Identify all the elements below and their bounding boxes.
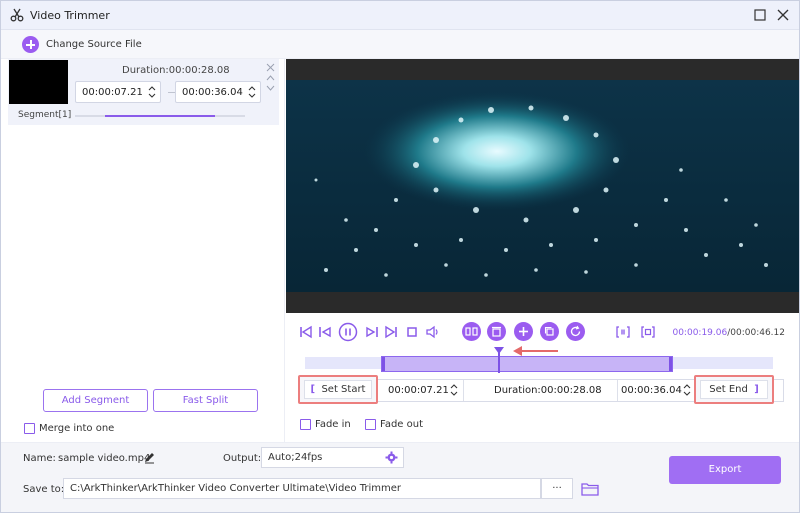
name-label: Name: xyxy=(23,453,56,464)
set-start-label: Set Start xyxy=(321,384,366,395)
spinner-icon[interactable] xyxy=(683,383,691,397)
segment-range-fill xyxy=(105,115,215,117)
segment-start-value: 00:00:07.21 xyxy=(82,87,143,98)
segment-end-field[interactable]: 00:00:36.04 xyxy=(175,81,261,103)
file-name: sample video.mp4 xyxy=(58,453,151,464)
total-time: /00:00:46.12 xyxy=(727,328,785,338)
export-button[interactable]: Export xyxy=(669,456,781,484)
bracket-close-icon: ] xyxy=(754,384,759,395)
browse-button[interactable]: ··· xyxy=(541,478,573,499)
change-source-button[interactable]: Change Source File xyxy=(46,39,142,50)
split-button[interactable] xyxy=(462,322,481,341)
timeline-selection[interactable] xyxy=(381,356,673,372)
set-end-label: Set End xyxy=(709,384,748,395)
skip-start-icon[interactable] xyxy=(298,324,314,340)
close-icon[interactable] xyxy=(774,6,792,24)
divider xyxy=(463,380,464,401)
segment-track xyxy=(75,115,245,117)
spinner-icon[interactable] xyxy=(148,85,156,99)
playhead[interactable] xyxy=(498,347,500,373)
stop-icon[interactable] xyxy=(404,324,420,340)
plus-icon xyxy=(519,327,528,336)
segment-item[interactable]: Duration:00:00:28.08 00:00:07.21 00:00:3… xyxy=(8,59,279,125)
playback-controls: 00:00:19.06/00:00:46.12 xyxy=(286,321,799,345)
save-to-label: Save to: xyxy=(23,484,65,495)
set-start-button[interactable]: [ Set Start xyxy=(298,375,378,404)
annotation-arrow-icon xyxy=(513,346,558,356)
edit-icon[interactable] xyxy=(143,451,156,464)
add-button[interactable] xyxy=(514,322,533,341)
video-preview[interactable] xyxy=(286,59,799,313)
output-bar: Name: sample video.mp4 Output: Auto;24fp… xyxy=(1,442,799,512)
source-toolbar: Change Source File xyxy=(1,30,799,59)
scissors-icon xyxy=(10,8,24,22)
output-label: Output: xyxy=(223,453,262,464)
segment-panel: Duration:00:00:28.08 00:00:07.21 00:00:3… xyxy=(1,59,285,442)
bracket-open-icon: [ xyxy=(310,384,316,395)
segment-start-field[interactable]: 00:00:07.21 xyxy=(75,81,161,103)
video-trimmer-window: Video Trimmer Change Source File Duratio… xyxy=(0,0,800,513)
output-format-field[interactable]: Auto;24fps xyxy=(261,447,404,468)
segment-end-value: 00:00:36.04 xyxy=(182,87,243,98)
copy-button[interactable] xyxy=(540,322,559,341)
rewind-icon[interactable] xyxy=(317,324,333,340)
segment-duration: Duration:00:00:28.08 xyxy=(122,65,230,76)
skip-end-icon[interactable] xyxy=(383,324,399,340)
fade-in-label: Fade in xyxy=(315,419,351,430)
current-time: 00:00:19.06 xyxy=(672,328,728,338)
segment-controls-icon[interactable] xyxy=(266,63,276,93)
title-bar: Video Trimmer xyxy=(1,1,799,30)
fast-split-button[interactable]: Fast Split xyxy=(153,389,258,412)
set-end-button[interactable]: Set End ] xyxy=(694,375,774,404)
segment-label: Segment[1] xyxy=(18,110,72,120)
forward-icon[interactable] xyxy=(364,324,380,340)
preview-panel: 00:00:19.06/00:00:46.12 00:00:07.21 Dura… xyxy=(286,59,799,442)
fade-out-label: Fade out xyxy=(380,419,424,430)
merge-label: Merge into one xyxy=(39,423,115,434)
window-title: Video Trimmer xyxy=(30,9,110,22)
timeline-start-handle[interactable] xyxy=(382,357,385,371)
jump-to-start-icon[interactable] xyxy=(615,324,631,340)
folder-icon[interactable] xyxy=(581,481,599,496)
volume-icon[interactable] xyxy=(425,324,441,340)
output-format-value: Auto;24fps xyxy=(268,452,323,463)
copy-icon xyxy=(544,326,554,336)
save-path-field[interactable]: C:\ArkThinker\ArkThinker Video Converter… xyxy=(63,478,541,499)
fade-in-checkbox[interactable] xyxy=(300,419,311,430)
trim-end-time[interactable]: 00:00:36.04 xyxy=(621,380,682,401)
spinner-icon[interactable] xyxy=(450,383,458,397)
split-icon xyxy=(465,327,478,336)
divider xyxy=(617,380,618,401)
reset-button[interactable] xyxy=(566,322,585,341)
playback-time: 00:00:19.06/00:00:46.12 xyxy=(672,328,785,338)
delete-button[interactable] xyxy=(487,322,506,341)
timeline-end-handle[interactable] xyxy=(669,357,672,371)
trim-start-time[interactable]: 00:00:07.21 xyxy=(388,380,449,401)
maximize-icon[interactable] xyxy=(751,6,769,24)
reset-icon xyxy=(570,325,581,337)
add-segment-button[interactable]: Add Segment xyxy=(43,389,148,412)
video-frame xyxy=(286,80,799,292)
fade-out-checkbox[interactable] xyxy=(365,419,376,430)
merge-checkbox[interactable] xyxy=(24,423,35,434)
pause-icon[interactable] xyxy=(338,322,358,342)
trim-duration: Duration:00:00:28.08 xyxy=(494,385,602,396)
spinner-icon[interactable] xyxy=(248,85,256,99)
add-source-icon[interactable] xyxy=(22,36,39,53)
loop-segment-icon[interactable] xyxy=(640,324,656,340)
segment-thumbnail xyxy=(9,60,68,104)
trash-icon xyxy=(492,326,501,337)
settings-gear-icon[interactable] xyxy=(385,451,398,464)
